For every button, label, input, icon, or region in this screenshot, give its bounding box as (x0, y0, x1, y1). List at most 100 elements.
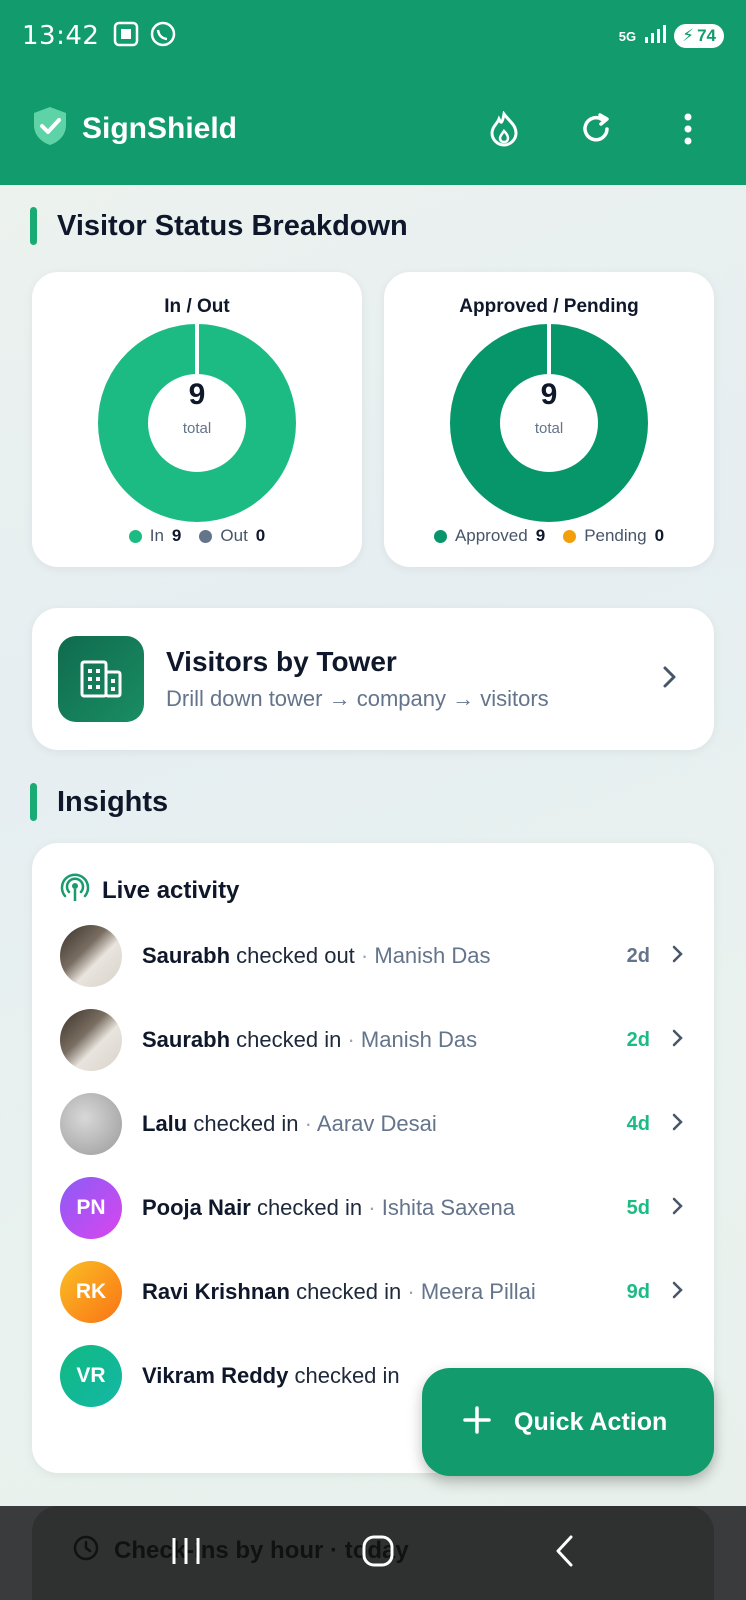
network-label: 5G (618, 28, 637, 44)
legend-item-out: Out 0 (199, 526, 265, 546)
activity-text: Lalu checked in · Aarav Desai (142, 1111, 437, 1137)
separator: · (368, 1195, 376, 1220)
home-icon (362, 1535, 394, 1566)
activity-row[interactable]: RK Ravi Krishnan checked in · Meera Pill… (60, 1260, 690, 1324)
host-name: Manish Das (360, 1027, 478, 1052)
activity-row[interactable]: Lalu checked in · Aarav Desai 4d (60, 1092, 690, 1156)
visitor-name: Vikram Reddy (142, 1363, 289, 1388)
avatar-initials: RK (75, 1280, 107, 1303)
visitor-name: Pooja Nair (142, 1195, 251, 1220)
avatar: PN (60, 1177, 122, 1239)
battery-indicator: ⚡ 74 (674, 24, 724, 48)
in-out-chart-card[interactable]: In / Out 9 total In 9 Out 0 (32, 272, 362, 567)
home-button[interactable] (361, 1534, 395, 1573)
avatar-initials: VR (76, 1364, 106, 1387)
app-bar: SignShield (0, 72, 746, 185)
legend-dot (563, 529, 577, 543)
activity-text: Saurabh checked in · Manish Das (142, 1027, 477, 1053)
activity-time: 2d (626, 944, 650, 967)
chevron-right-icon (672, 945, 684, 968)
chart-legend: In 9 Out 0 (32, 526, 362, 546)
activity-row[interactable]: Saurabh checked out · Manish Das 2d (60, 924, 690, 988)
legend-value: 0 (654, 526, 665, 545)
more-vert-icon (684, 113, 692, 144)
separator: · (360, 943, 369, 968)
legend-item-pending: Pending 0 (563, 526, 664, 546)
chevron-right-icon (672, 1113, 684, 1136)
back-button[interactable] (553, 1534, 577, 1573)
building-icon (58, 636, 144, 722)
chevron-right-icon (672, 1197, 684, 1220)
avatar: VR (60, 1345, 122, 1407)
legend-label: Pending (584, 526, 647, 545)
chart-legend: Approved 9 Pending 0 (384, 526, 714, 546)
activity-time: 5d (626, 1196, 650, 1219)
legend-item-approved: Approved 9 (433, 526, 545, 546)
visitor-name: Saurabh (142, 1027, 231, 1052)
charging-icon: ⚡ (682, 26, 695, 45)
legend-label: Out (220, 526, 248, 545)
host-name: Ishita Saxena (381, 1195, 516, 1220)
activity-action: checked out (236, 943, 355, 968)
donut-center: 9 total (32, 378, 362, 437)
back-icon (556, 1535, 573, 1566)
chevron-right-icon (662, 665, 678, 694)
legend-value: 9 (171, 526, 182, 545)
screenshot-icon (113, 21, 139, 52)
donut-total: 9 (540, 378, 558, 411)
activity-time: 2d (626, 1028, 650, 1051)
legend-label: In (149, 526, 164, 545)
avatar (60, 1093, 122, 1155)
donut-total-label: total (182, 420, 212, 437)
activity-action: checked in (296, 1279, 402, 1304)
activity-text: Ravi Krishnan checked in · Meera Pillai (142, 1279, 536, 1305)
visitor-name: Lalu (142, 1111, 188, 1136)
section-accent-bar (30, 207, 37, 245)
activity-action: checked in (294, 1363, 400, 1388)
activity-row[interactable]: Saurabh checked in · Manish Das 2d (60, 1008, 690, 1072)
more-menu-button[interactable] (666, 107, 710, 151)
separator: · (347, 1027, 355, 1052)
donut-total-label: total (534, 420, 564, 437)
activity-row[interactable]: PN Pooja Nair checked in · Ishita Saxena… (60, 1176, 690, 1240)
status-time: 13:42 (22, 21, 100, 51)
activity-time: 4d (626, 1112, 650, 1135)
battery-level: 74 (697, 26, 716, 45)
status-bar: 13:42 5G ⚡ 74 (0, 0, 746, 72)
legend-dot (199, 529, 213, 543)
recent-apps-icon (172, 1537, 200, 1564)
avatar (60, 1009, 122, 1071)
nav-buttons (0, 1506, 746, 1600)
host-name: Manish Das (374, 943, 491, 968)
whatsapp-icon (149, 20, 177, 53)
live-activity-header: Live activity (60, 873, 239, 908)
app-title: SignShield (82, 111, 238, 145)
visitor-name: Saurabh (142, 943, 231, 968)
visitor-status-heading: Visitor Status Breakdown (30, 207, 408, 245)
separator: · (407, 1279, 415, 1304)
legend-dot (433, 529, 447, 543)
recent-apps-button[interactable] (169, 1534, 203, 1573)
broadcast-icon (60, 873, 90, 908)
donut-total: 9 (188, 378, 206, 411)
legend-dot (128, 529, 142, 543)
flame-button[interactable] (482, 107, 526, 151)
visitors-by-tower-card[interactable]: Visitors by Tower Drill down tower → com… (32, 608, 714, 750)
refresh-icon (583, 112, 609, 141)
activity-action: checked in (236, 1027, 342, 1052)
plus-icon (462, 1405, 492, 1440)
activity-text: Vikram Reddy checked in (142, 1363, 400, 1389)
chart-title: In / Out (164, 296, 230, 317)
activity-time: 9d (626, 1280, 650, 1303)
quick-action-label: Quick Action (514, 1407, 668, 1436)
approved-pending-chart-card[interactable]: Approved / Pending 9 total Approved 9 Pe… (384, 272, 714, 567)
avatar-initials: PN (76, 1196, 106, 1219)
shield-icon (32, 106, 68, 151)
quick-action-button[interactable]: Quick Action (422, 1368, 714, 1476)
tower-card-subtitle: Drill down tower → company → visitors (166, 686, 549, 711)
activity-text: Pooja Nair checked in · Ishita Saxena (142, 1195, 515, 1221)
insights-heading: Insights (30, 783, 168, 821)
chevron-right-icon (672, 1029, 684, 1052)
flame-icon (490, 110, 518, 147)
refresh-button[interactable] (574, 107, 618, 151)
